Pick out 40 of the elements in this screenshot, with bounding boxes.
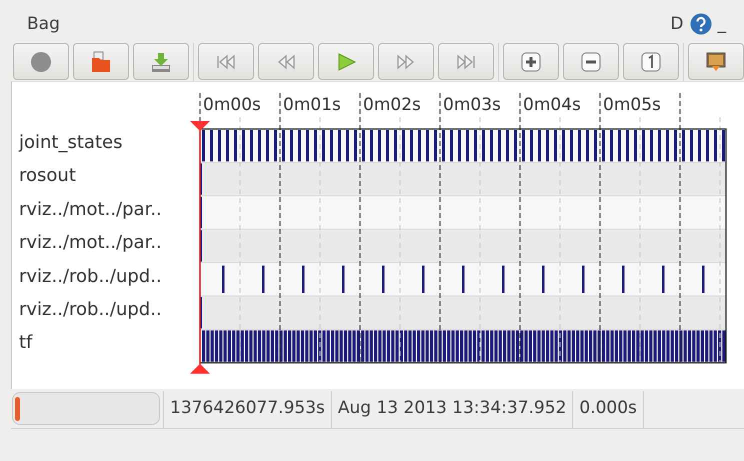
time-label: 0m04s — [523, 95, 581, 115]
time-label: 0m01s — [283, 95, 341, 115]
zoom-out-button[interactable] — [563, 43, 619, 80]
topic-label[interactable]: joint_states — [19, 126, 187, 160]
folder-button[interactable] — [73, 43, 129, 80]
record-icon — [30, 50, 52, 72]
topic-label[interactable]: rviz../mot../par.. — [19, 192, 187, 226]
download-button[interactable] — [133, 43, 189, 80]
fast-forward-button[interactable] — [378, 43, 434, 80]
topic-label[interactable]: rviz../rob../upd.. — [19, 260, 187, 293]
status-field: Aug 13 2013 13:34:37.952 — [330, 391, 572, 428]
rewind-button[interactable] — [258, 43, 314, 80]
image-button[interactable] — [688, 43, 744, 80]
skip-end-button[interactable] — [438, 43, 494, 80]
help-icon[interactable] — [690, 13, 712, 35]
topic-label[interactable]: tf — [19, 326, 187, 360]
time-label: 0m05s — [603, 95, 661, 115]
folder-icon — [90, 50, 112, 72]
window-control[interactable]: _ — [718, 14, 726, 34]
zoom-reset-icon — [640, 50, 662, 72]
time-label: 0m00s — [203, 95, 261, 115]
play-button[interactable] — [318, 43, 374, 80]
zoom-reset-button[interactable] — [623, 43, 679, 80]
download-icon — [150, 50, 172, 72]
window-title: Bag — [27, 14, 61, 34]
playhead-marker[interactable] — [190, 121, 210, 374]
time-label: 0m03s — [443, 95, 501, 115]
topic-label[interactable]: rviz../mot../par.. — [19, 226, 187, 260]
zoom-out-icon — [580, 50, 602, 72]
topic-label[interactable]: rviz../rob../upd.. — [19, 292, 187, 326]
record-button[interactable] — [13, 43, 69, 80]
status-field: 0.000s — [572, 391, 643, 428]
window-control[interactable]: D — [670, 14, 684, 34]
zoom-in-icon — [520, 50, 542, 72]
topic-label[interactable]: rosout — [19, 159, 187, 193]
status-field: 1376426077.953s — [163, 391, 331, 428]
time-label: 0m02s — [363, 95, 421, 115]
image-icon — [705, 50, 727, 72]
zoom-in-button[interactable] — [503, 43, 559, 80]
skip-start-button[interactable] — [198, 43, 254, 80]
